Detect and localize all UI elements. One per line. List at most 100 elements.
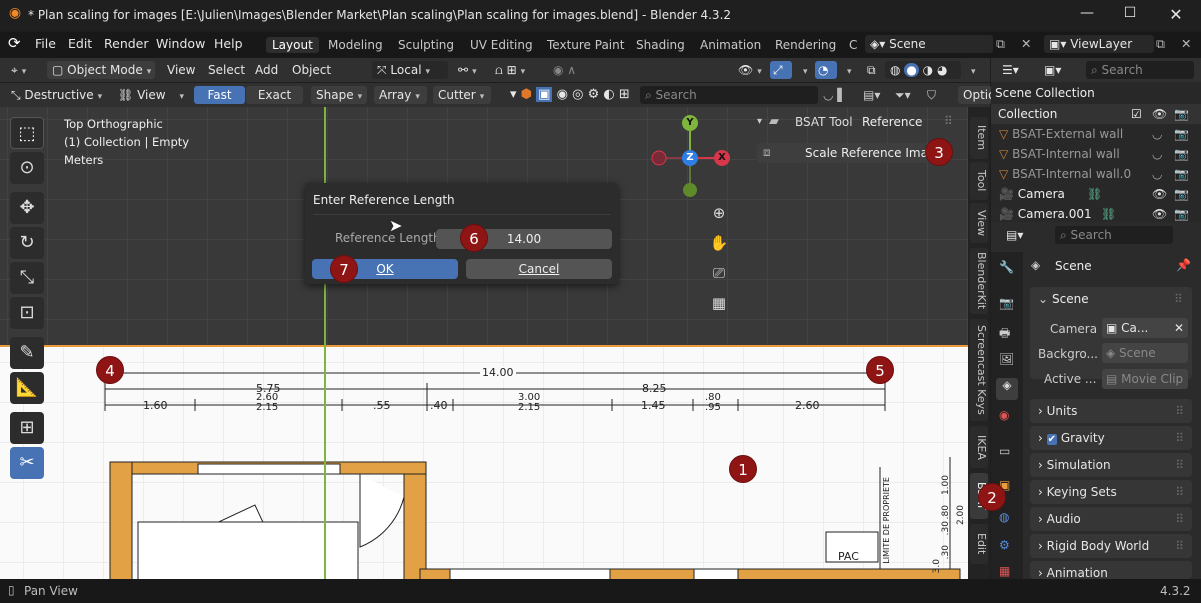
outliner-item[interactable]: ▽ BSAT-Internal wall.0 ◡ 📷 [991,164,1201,184]
eye-icon[interactable]: 👁 [1152,204,1167,224]
close-icon[interactable]: ✕ [1167,5,1185,24]
cursor-tool-icon[interactable]: ⊙ [10,152,44,184]
properties-search-input[interactable]: ⌕ Search [1055,226,1173,244]
gravity-checkbox-icon[interactable]: ✔ [1046,434,1058,445]
audio-panel[interactable]: › Audio ⠿ [1030,507,1192,531]
reference-image-plan[interactable]: 14.00 5.75 8.25 1.60 2.60 2.15 .55 .40 3.… [0,345,970,579]
tab-item[interactable]: Item [970,117,988,159]
outliner-editor-type-icon[interactable]: ☰▾ [997,61,1024,79]
scene-properties-icon[interactable]: ◈ [996,378,1018,400]
grid-icon[interactable]: ⊞ [619,87,630,102]
hidden-eye-icon[interactable]: ◡ [1152,124,1162,144]
select-box-tool-icon[interactable]: ⬚ [10,117,44,149]
sphere-icon[interactable]: ◉ [557,87,568,102]
camera-field[interactable]: ▣ Ca... ✕ [1102,318,1188,338]
active-clip-field[interactable]: ▤ Movie Clip [1102,369,1188,389]
shield-icon[interactable]: ⛉ [922,86,941,104]
checkbox-icon[interactable]: ☑ [1131,104,1142,124]
tool-settings-icon[interactable]: 🔧 [999,260,1014,274]
exact-button[interactable]: Exact [246,86,303,104]
render-camera-icon[interactable]: 📷 [1174,204,1189,224]
render-camera-icon[interactable]: 📷 [1174,124,1189,144]
scene-collection-row[interactable]: Scene Collection [995,83,1201,103]
rotate-tool-icon[interactable]: ↻ [10,227,44,259]
gizmo-x-axis[interactable]: X [714,150,730,166]
transform-tool-icon[interactable]: ⊡ [10,297,44,329]
collection-row[interactable]: Collection ☑ 👁 📷 [991,104,1201,124]
nodes-icon[interactable]: ⚙ [588,87,600,102]
cutter-dropdown[interactable]: Cutter ▾ [433,86,491,104]
clear-icon[interactable]: ✕ [1174,318,1184,338]
layout-toggle-icon[interactable]: ▤▾ [858,86,885,104]
scale-tool-icon[interactable]: ⤡ [10,262,44,294]
shading-modes[interactable]: ◍ ● ◑ ◕ [885,61,961,79]
tab-texture-paint[interactable]: Texture Paint [541,37,630,53]
scene-selector[interactable]: ◈▾ Scene [865,35,993,53]
render-camera-icon[interactable]: 📷 [1174,164,1189,184]
pivot-icon[interactable]: ⚯ ▾ [453,61,482,79]
menu-edit[interactable]: Edit [68,36,92,51]
cancel-button[interactable]: Cancel [466,259,612,279]
units-panel[interactable]: › Units ⠿ [1030,399,1192,423]
scale-reference-image-button[interactable]: ⧈ Scale Reference Image [757,143,943,163]
properties-editor-type-icon[interactable]: ▤▾ [1001,226,1028,244]
gizmo-toggle-icon[interactable]: ⤢ [770,61,792,79]
shape-dropdown[interactable]: Shape ▾ [311,86,367,104]
boolean-tool-icon[interactable]: ⤡ Destructive ▾ [6,86,107,104]
render-camera-icon[interactable]: 📷 [1174,184,1189,204]
gizmo-y-axis[interactable]: Y [682,115,698,131]
hidden-eye-icon[interactable]: ◡ [1152,164,1162,184]
tab-screencast-keys[interactable]: Screencast Keys [970,319,988,421]
physics-properties-icon[interactable]: ◍ [999,510,1009,524]
view-layer-icon[interactable]: 🖼 [999,352,1014,366]
tab-modeling[interactable]: Modeling [322,37,389,53]
eye-icon[interactable]: 👁 [1152,104,1167,124]
solid-shading-icon[interactable]: ● [904,63,919,77]
mode-selector[interactable]: ▢ Object Mode ▾ [47,61,155,79]
rigid-body-world-panel[interactable]: › Rigid Body World ⠿ [1030,534,1192,558]
measure-tool-icon[interactable]: 📐 [10,372,44,404]
gizmo-z-axis[interactable]: Z [682,150,698,166]
menu-help[interactable]: Help [214,36,243,51]
material-shading-icon[interactable]: ◑ [923,63,933,77]
output-properties-icon[interactable]: 🖶 [999,324,1010,345]
orientation-selector[interactable]: ⤧ Local ▾ [372,61,448,79]
animation-panel[interactable]: › Animation [1030,561,1192,579]
material-icon[interactable]: ◎ [572,87,583,102]
hidden-eye-icon[interactable]: ◡ [1152,144,1162,164]
bsat-reference-tab[interactable]: Reference [862,115,922,129]
background-field[interactable]: ◈ Scene [1102,343,1188,363]
add-menu[interactable]: Add [250,61,283,79]
annotate-tool-icon[interactable]: ✎ [10,337,44,369]
gizmo-dropdown-icon[interactable]: ▾ [794,61,813,79]
shape-palette-icon[interactable]: ⬢ [521,87,532,102]
visibility-icon[interactable]: 👁 ▾ [733,61,767,79]
tab-blenderkit[interactable]: BlenderKit [970,248,988,314]
menu-window[interactable]: Window [156,36,205,51]
editor-type-icon[interactable]: ⌖ ▾ [6,61,31,79]
fast-button[interactable]: Fast [194,86,245,104]
new-viewlayer-icon[interactable]: ⧉ [1156,36,1165,52]
collapse-chevron-icon[interactable]: ▾ [757,116,762,127]
array-dropdown[interactable]: Array ▾ [374,86,427,104]
constraints-icon[interactable]: ⚙ [999,538,1010,552]
render-properties-icon[interactable]: 📷 [999,296,1014,310]
pin-icon[interactable]: 📌 [1176,258,1191,272]
header-search-options-icon[interactable]: ◡ ▌ [818,86,852,104]
grid-perspective-icon[interactable]: ▦ [706,290,732,316]
data-properties-icon[interactable]: ▦ [999,564,1010,578]
view-dropdown[interactable]: ⛓ View ▾ [113,86,189,104]
wireframe-shading-icon[interactable]: ◍ [890,63,900,77]
new-scene-icon[interactable]: ⧉ [996,36,1005,52]
delete-scene-icon[interactable]: ✕ [1021,36,1031,51]
camera-icon[interactable]: ⎚ [706,260,732,286]
panel-grip-icon[interactable]: ⠿ [1174,287,1183,311]
menu-render[interactable]: Render [104,36,149,51]
header-search-input[interactable]: ⌕ Search [640,86,818,104]
keying-sets-panel[interactable]: › Keying Sets ⠿ [1030,480,1192,504]
xray-icon[interactable]: ⧉ [862,61,881,79]
filter-icon[interactable]: ⏷▾ [890,86,916,104]
3d-viewport[interactable]: 14.00 5.75 8.25 1.60 2.60 2.15 .55 .40 3.… [0,107,970,579]
overlays-icon[interactable]: ◔ [815,61,837,79]
tab-compositing[interactable]: C [843,37,863,53]
